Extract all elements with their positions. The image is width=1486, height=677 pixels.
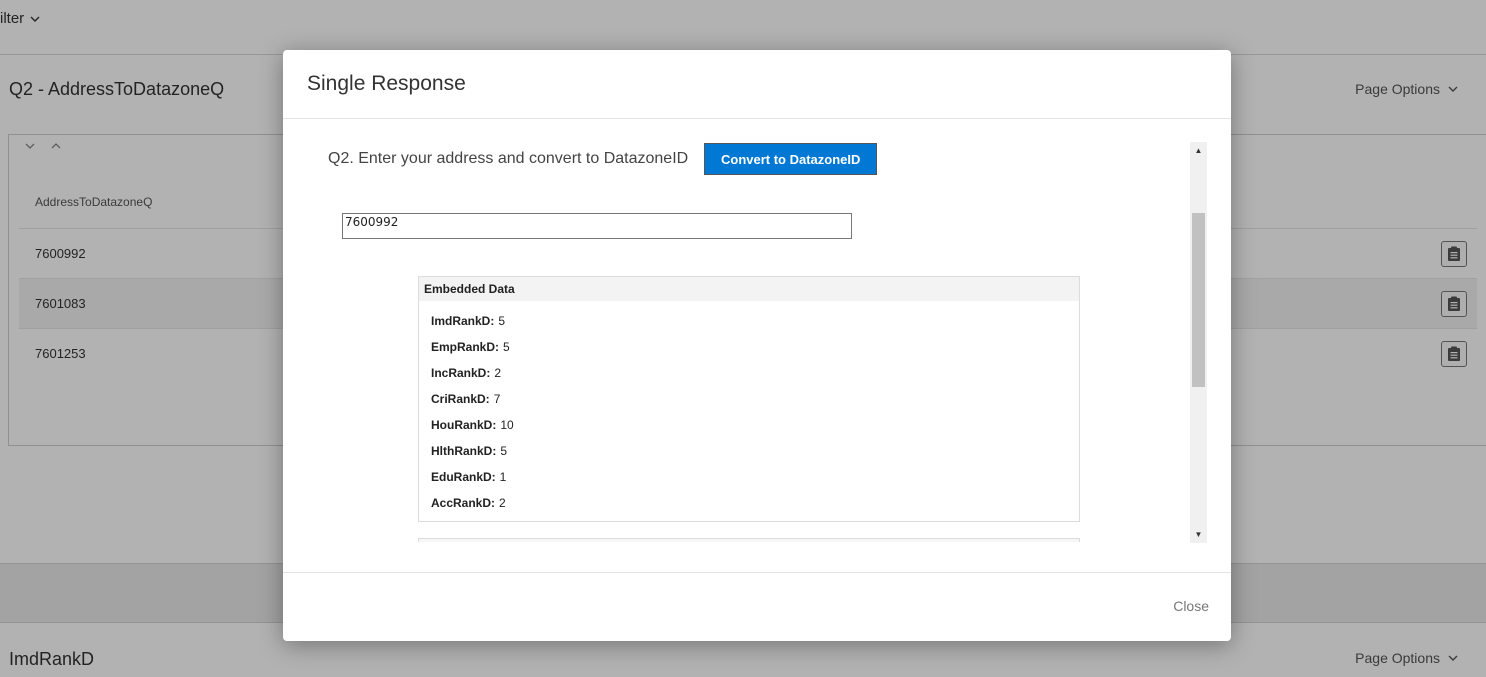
modal-footer: Close xyxy=(283,572,1231,641)
embedded-value: 2 xyxy=(494,366,502,380)
scrollbar-thumb[interactable] xyxy=(1192,213,1205,387)
embedded-key: ImdRankD: xyxy=(431,314,495,328)
embedded-item: HouRankD: 10 xyxy=(431,412,1079,438)
embedded-value: 1 xyxy=(499,470,507,484)
embedded-item: EduRankD: 1 xyxy=(431,464,1079,490)
embedded-key: CriRankD: xyxy=(431,392,490,406)
modal-title: Single Response xyxy=(307,72,466,95)
embedded-item: AccRankD: 2 xyxy=(431,490,1079,516)
embedded-item: CriRankD: 7 xyxy=(431,386,1079,412)
address-answer-field[interactable]: 7600992 xyxy=(342,213,852,239)
close-button[interactable]: Close xyxy=(1173,598,1209,614)
embedded-key: EduRankD: xyxy=(431,470,496,484)
embedded-value: 5 xyxy=(500,444,508,458)
question-text: Q2. Enter your address and convert to Da… xyxy=(328,150,689,167)
embedded-data-panel: Embedded Data ImdRankD: 5 EmpRankD: 5 IncR… xyxy=(418,276,1080,522)
scroll-down-icon[interactable]: ▼ xyxy=(1190,526,1207,543)
next-block-edge xyxy=(418,538,1080,542)
embedded-key: HlthRankD: xyxy=(431,444,497,458)
question-row: Q2. Enter your address and convert to Da… xyxy=(328,143,878,175)
embedded-value: 5 xyxy=(498,314,506,328)
embedded-value: 7 xyxy=(493,392,501,406)
embedded-data-title: Embedded Data xyxy=(419,277,1079,301)
embedded-key: HouRankD: xyxy=(431,418,497,432)
embedded-value: 5 xyxy=(503,340,510,354)
embedded-value: 2 xyxy=(499,496,506,510)
embedded-value: 10 xyxy=(500,418,514,432)
embedded-item: ImdRankD: 5 xyxy=(431,308,1079,334)
single-response-modal: Single Response Q2. Enter your address a… xyxy=(283,50,1231,641)
modal-header: Single Response xyxy=(283,50,1231,119)
embedded-key: IncRankD: xyxy=(431,366,491,380)
embedded-data-list: ImdRankD: 5 EmpRankD: 5 IncRankD: 2 CriRank… xyxy=(419,301,1079,516)
embedded-item: EmpRankD: 5 xyxy=(431,334,1079,360)
modal-scrollbar[interactable]: ▲ ▼ xyxy=(1190,142,1207,543)
embedded-key: AccRankD: xyxy=(431,496,496,510)
embedded-item: HlthRankD: 5 xyxy=(431,438,1079,464)
scroll-up-icon[interactable]: ▲ xyxy=(1190,142,1207,159)
embedded-key: EmpRankD: xyxy=(431,340,500,354)
embedded-item: IncRankD: 2 xyxy=(431,360,1079,386)
convert-button[interactable]: Convert to DatazoneID xyxy=(704,143,878,175)
modal-body: Q2. Enter your address and convert to Da… xyxy=(283,119,1231,573)
